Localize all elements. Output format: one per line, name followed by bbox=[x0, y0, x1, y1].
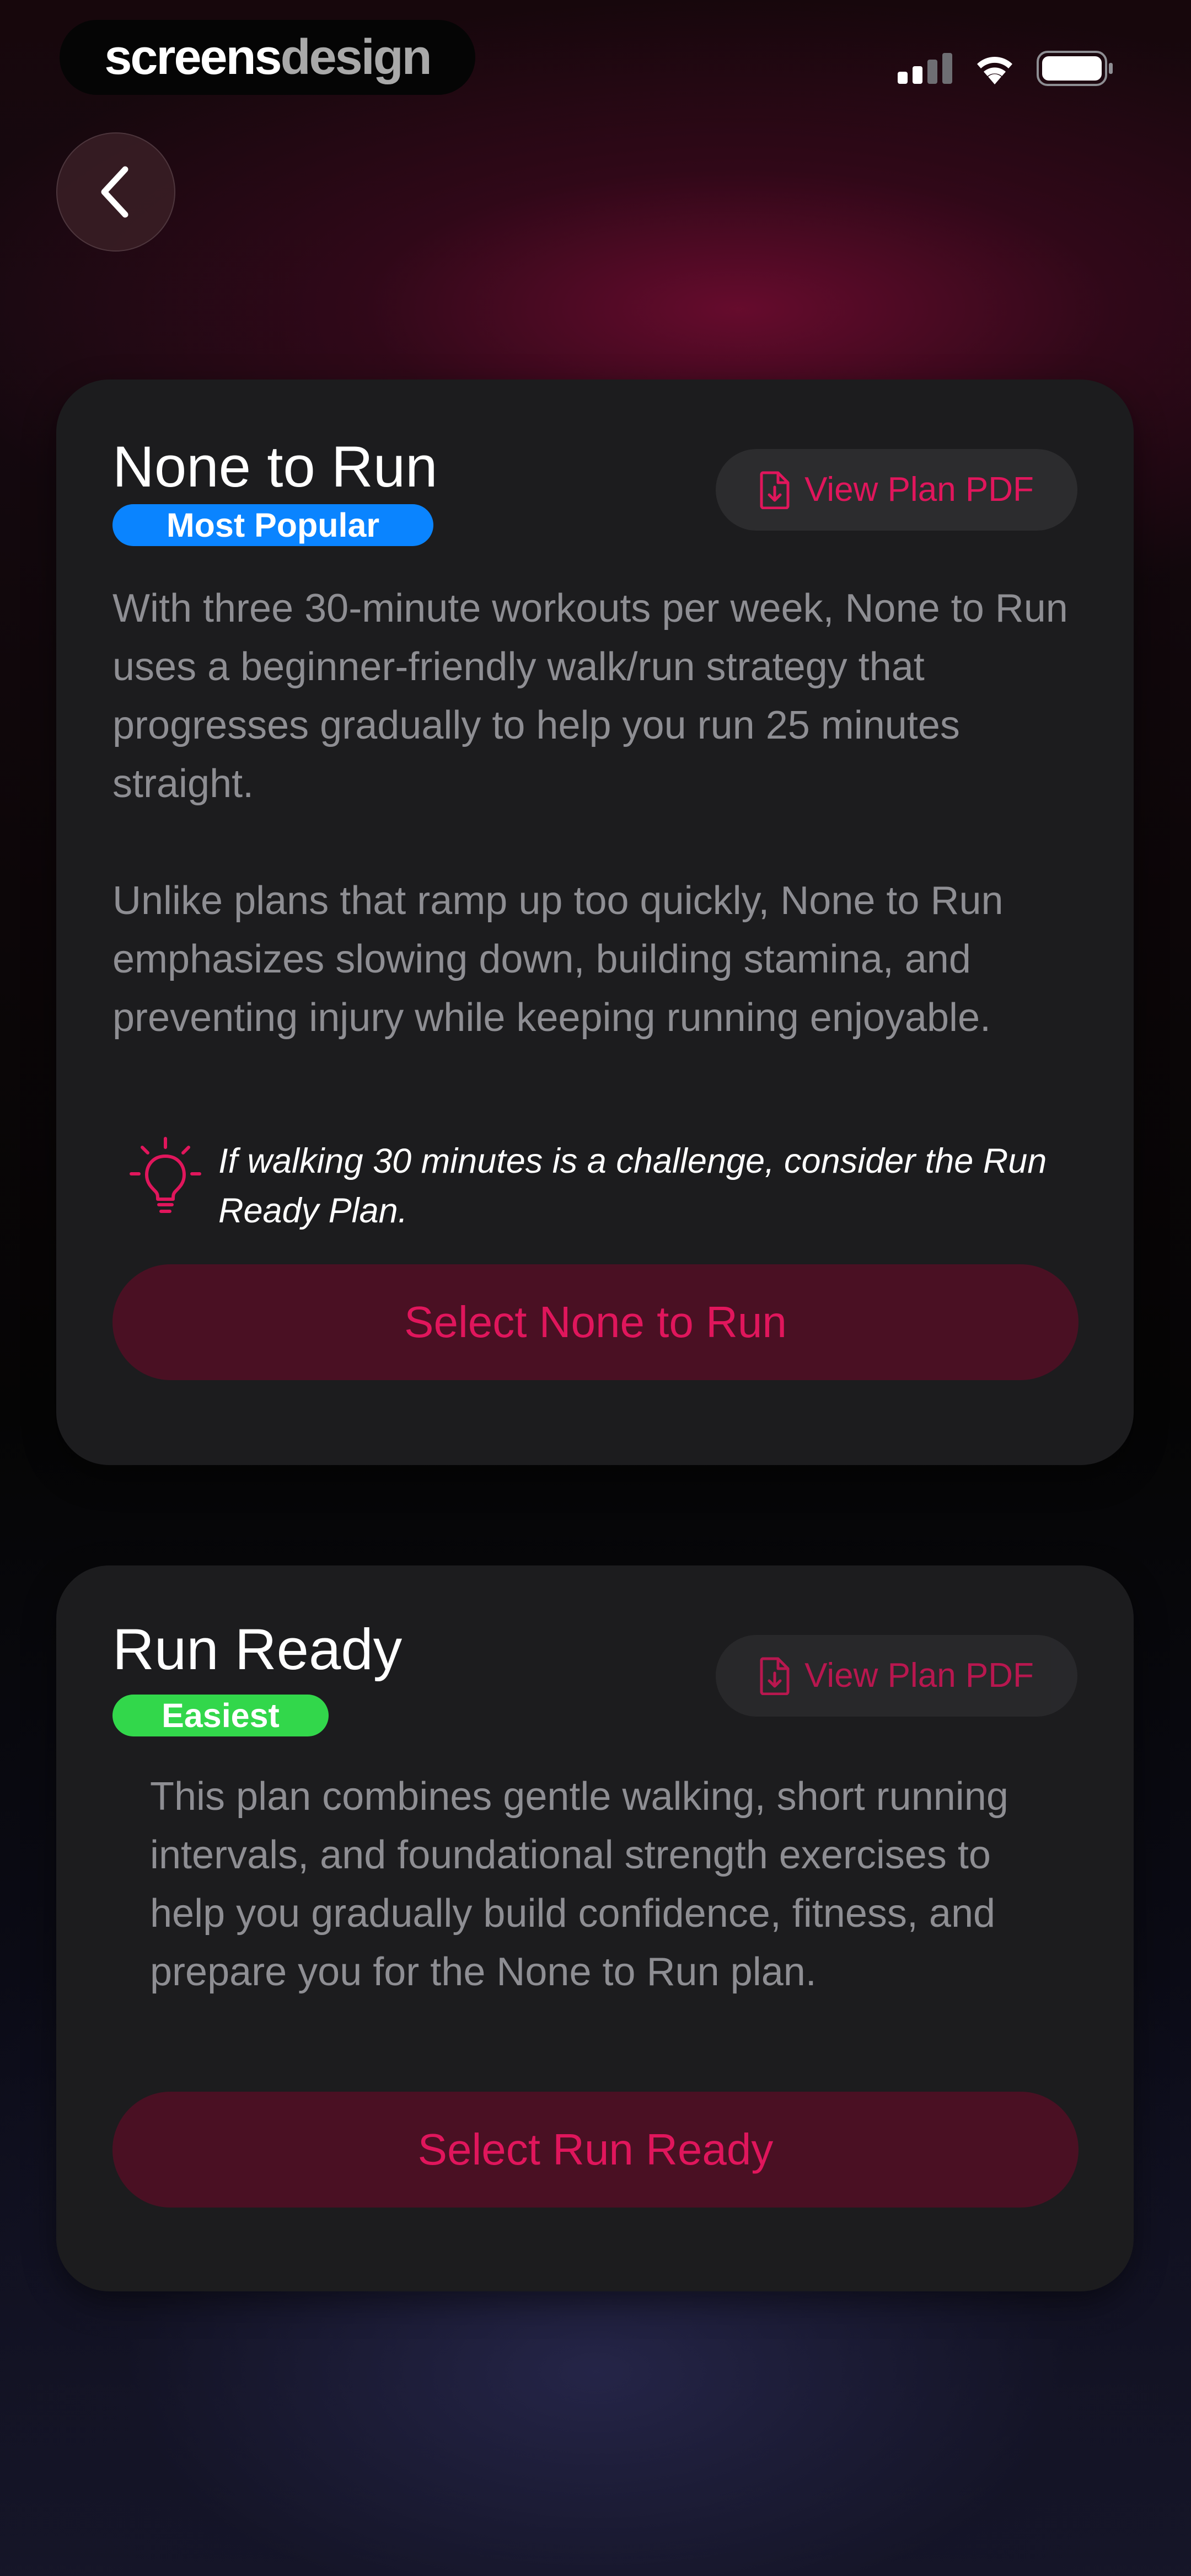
plan-description: This plan combines gentle walking, short… bbox=[150, 1775, 1008, 1994]
plan-title: Run Ready bbox=[112, 1617, 403, 1682]
lightbulb-icon bbox=[130, 1137, 201, 1213]
plan-card-none-to-run: None to Run Most Popular View Plan PDF W… bbox=[56, 380, 1134, 1465]
watermark-text-design: design bbox=[280, 29, 432, 85]
plan-card-run-ready: Run Ready Easiest View Plan PDF This pla… bbox=[56, 1565, 1134, 2291]
select-run-ready-button[interactable]: Select Run Ready bbox=[112, 2092, 1079, 2208]
tip-text: If walking 30 minutes is a challenge, co… bbox=[218, 1142, 1047, 1230]
wifi-icon bbox=[977, 57, 1012, 84]
view-plan-pdf-label: View Plan PDF bbox=[804, 471, 1034, 509]
most-popular-badge: Most Popular bbox=[112, 504, 433, 546]
screensdesign-watermark: screens design bbox=[60, 20, 475, 95]
chevron-left-icon bbox=[101, 166, 128, 218]
back-button[interactable] bbox=[56, 132, 175, 252]
battery-icon bbox=[1037, 51, 1113, 86]
easiest-badge: Easiest bbox=[112, 1695, 329, 1736]
pdf-document-icon bbox=[760, 1657, 790, 1695]
watermark-text-screens: screens bbox=[104, 29, 282, 85]
view-plan-pdf-button[interactable]: View Plan PDF bbox=[716, 449, 1077, 531]
cellular-signal-icon bbox=[898, 53, 952, 84]
plan-tip: If walking 30 minutes is a challenge, co… bbox=[127, 1136, 1086, 1236]
view-plan-pdf-label: View Plan PDF bbox=[804, 1656, 1034, 1695]
pdf-document-icon bbox=[760, 471, 790, 509]
select-none-to-run-button[interactable]: Select None to Run bbox=[112, 1264, 1079, 1380]
view-plan-pdf-button[interactable]: View Plan PDF bbox=[716, 1635, 1077, 1717]
plan-description-secondary: Unlike plans that ramp up too quickly, N… bbox=[112, 879, 1004, 1040]
plan-title: None to Run bbox=[112, 435, 438, 499]
status-icons bbox=[898, 51, 1114, 86]
plan-description: With three 30-minute workouts per week, … bbox=[112, 586, 1068, 806]
